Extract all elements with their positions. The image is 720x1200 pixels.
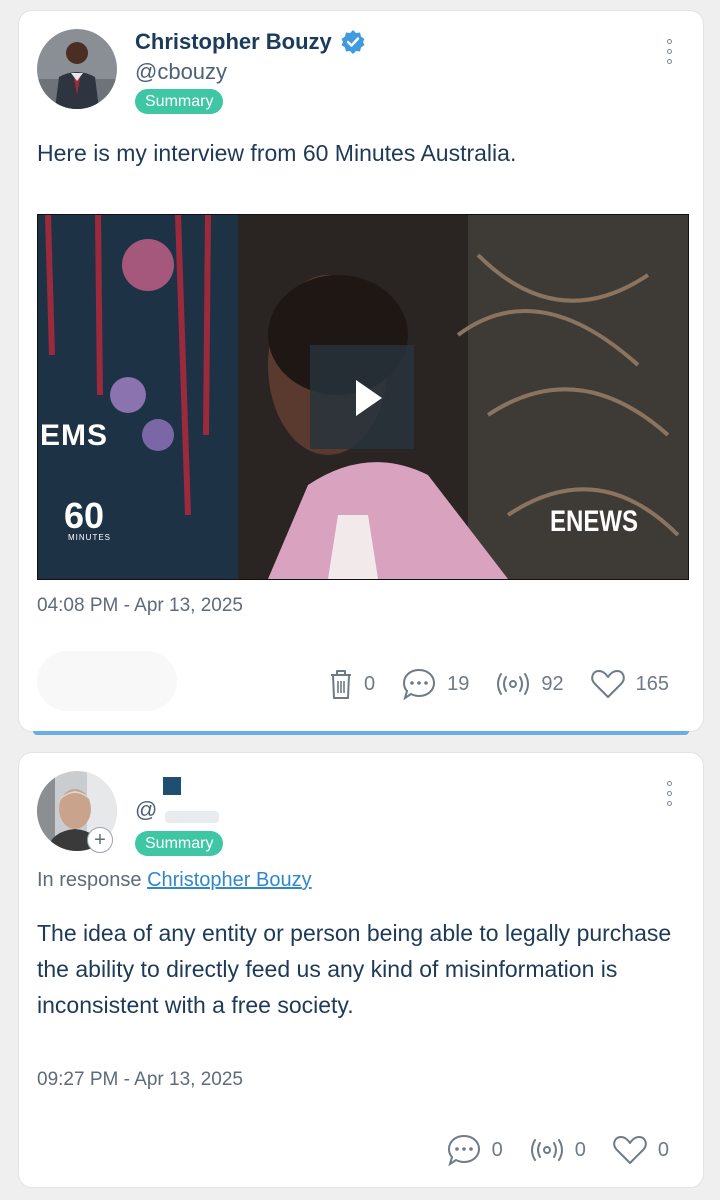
reply-action[interactable]: 19: [401, 667, 469, 701]
like-count: 165: [635, 672, 669, 695]
e-news-logo: ENEWS: [550, 505, 639, 538]
60-minutes-logo: 60: [64, 495, 105, 536]
like-count: 0: [657, 1138, 669, 1161]
repost-count: 0: [574, 1138, 586, 1161]
repost-action[interactable]: 92: [495, 672, 564, 696]
broadcast-icon: [530, 1139, 563, 1161]
like-action[interactable]: 0: [612, 1134, 669, 1166]
more-options-icon[interactable]: [667, 781, 673, 806]
author-name[interactable]: Christopher Bouzy: [135, 29, 332, 55]
delete-action[interactable]: 0: [328, 668, 375, 700]
author-handle[interactable]: @cbouzy: [135, 59, 227, 85]
reply-count: 19: [447, 672, 470, 695]
60-minutes-logo-sub: MINUTES: [68, 533, 111, 542]
summary-badge[interactable]: Summary: [135, 831, 224, 856]
trash-icon: [331, 670, 351, 699]
redacted-handle-mark: [165, 811, 219, 823]
more-options-icon[interactable]: [667, 39, 673, 64]
redacted-name-mark: [163, 777, 181, 795]
post-text: Here is my interview from 60 Minutes Aus…: [37, 140, 517, 166]
comment-icon: [403, 668, 436, 701]
play-icon: [356, 380, 382, 416]
summary-badge[interactable]: Summary: [135, 89, 224, 114]
post-actions: 0 19 92 165: [302, 667, 669, 701]
broadcast-icon: [497, 673, 530, 695]
comment-icon: [447, 1134, 480, 1167]
video-player[interactable]: EMS 60 MINUTES ENEWS: [37, 214, 689, 580]
post-timestamp: 09:27 PM - Apr 13, 2025: [37, 1069, 243, 1090]
in-response-line: In response Christopher Bouzy: [37, 869, 312, 892]
heart-icon: [613, 1136, 647, 1164]
repost-count: 92: [541, 672, 564, 695]
in-response-link[interactable]: Christopher Bouzy: [147, 869, 312, 891]
verified-icon: [341, 30, 365, 54]
avatar[interactable]: [37, 29, 117, 109]
reply-action[interactable]: 0: [446, 1133, 503, 1167]
background-sign-text: EMS: [40, 419, 109, 452]
post-text: The idea of any entity or person being a…: [37, 920, 672, 1018]
author-handle[interactable]: @: [135, 797, 157, 823]
post-actions: 0 0 0: [420, 1133, 669, 1167]
like-action[interactable]: 165: [590, 668, 669, 700]
follow-plus-button[interactable]: +: [87, 827, 113, 853]
post-timestamp: 04:08 PM - Apr 13, 2025: [37, 595, 243, 616]
play-button[interactable]: [310, 345, 414, 449]
post-card-2: + @ Summary In response Christopher Bouz…: [18, 752, 704, 1188]
repost-action[interactable]: 0: [529, 1138, 586, 1162]
author-row: Christopher Bouzy: [135, 29, 366, 55]
reply-count: 0: [491, 1138, 503, 1161]
in-response-label: In response: [37, 869, 142, 891]
post-card-1: Christopher Bouzy @cbouzy Summary Here i…: [18, 10, 704, 735]
faded-button[interactable]: [37, 651, 177, 711]
delete-count: 0: [364, 672, 376, 695]
heart-icon: [590, 670, 625, 698]
